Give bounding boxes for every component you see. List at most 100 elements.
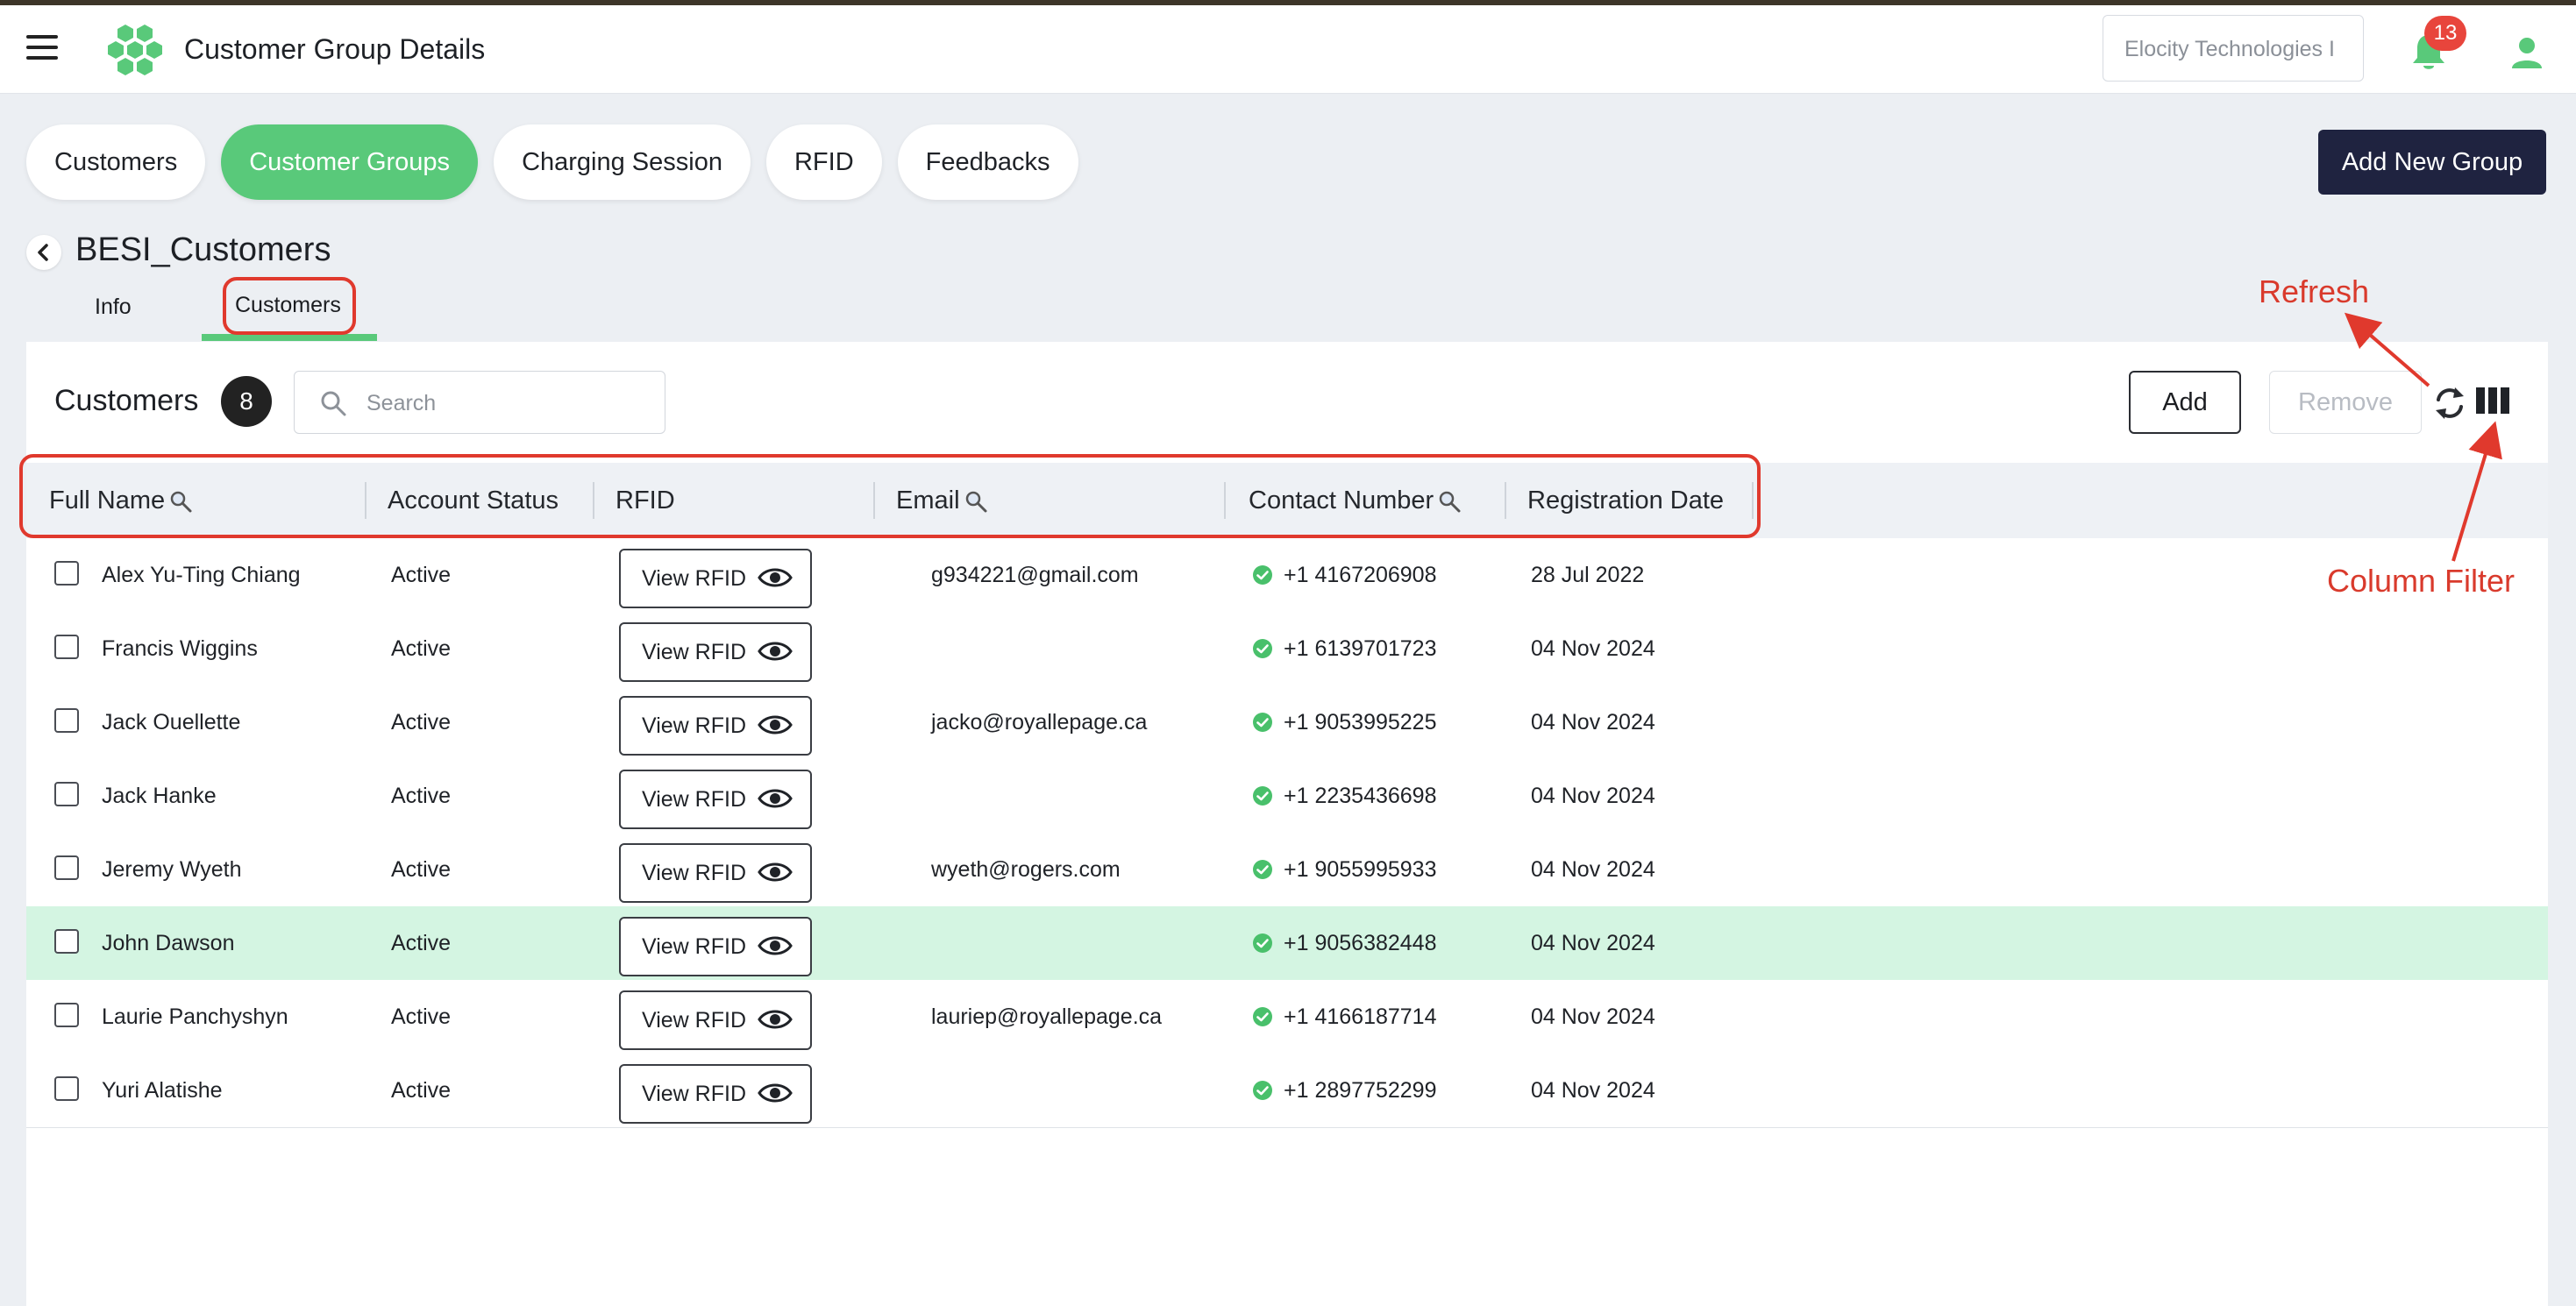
view-rfid-button[interactable]: View RFID xyxy=(619,990,812,1050)
check-circle-icon xyxy=(1253,860,1272,879)
cell-full-name: Jeremy Wyeth xyxy=(102,857,242,882)
cell-contact-number: +1 2235436698 xyxy=(1284,784,1437,808)
row-checkbox[interactable] xyxy=(54,782,79,806)
cell-full-name: Jack Ouellette xyxy=(102,710,241,735)
app-header: Customer Group Details Elocity Technolog… xyxy=(0,5,2576,94)
row-checkbox[interactable] xyxy=(54,635,79,659)
table-row[interactable]: Yuri Alatishe Active View RFID +1 289775229… xyxy=(26,1054,2548,1128)
app-title: Customer Group Details xyxy=(184,33,486,65)
cell-registration-date: 04 Nov 2024 xyxy=(1531,636,1655,661)
search-input[interactable] xyxy=(365,382,649,424)
column-divider xyxy=(1224,482,1226,519)
table-row[interactable]: Alex Yu-Ting Chiang Active View RFID g93422… xyxy=(26,538,2548,613)
active-subtab-indicator xyxy=(202,334,377,341)
row-checkbox[interactable] xyxy=(54,929,79,954)
column-divider xyxy=(593,482,594,519)
row-checkbox[interactable] xyxy=(54,708,79,733)
column-header-label: Email xyxy=(896,486,960,515)
view-rfid-button[interactable]: View RFID xyxy=(619,549,812,608)
subtab-info[interactable]: Info xyxy=(95,295,132,320)
subtab-customers[interactable]: Customers xyxy=(235,293,341,318)
check-circle-icon xyxy=(1253,933,1272,953)
view-rfid-button[interactable]: View RFID xyxy=(619,622,812,682)
column-header-account-status[interactable]: Account Status xyxy=(388,463,559,538)
column-divider xyxy=(365,482,366,519)
view-rfid-label: View RFID xyxy=(642,1008,747,1033)
view-rfid-label: View RFID xyxy=(642,861,747,885)
table-row[interactable]: Jack Hanke Active View RFID +1 2235436698 04… xyxy=(26,759,2548,834)
cell-contact-number: +1 6139701723 xyxy=(1284,636,1437,661)
back-icon xyxy=(38,244,48,261)
tab-customer-groups[interactable]: Customer Groups xyxy=(221,124,479,200)
cell-registration-date: 04 Nov 2024 xyxy=(1531,1078,1655,1103)
logo-icon xyxy=(108,25,162,75)
cell-full-name: Francis Wiggins xyxy=(102,636,258,661)
cell-contact-number: +1 9053995225 xyxy=(1284,710,1437,735)
column-search-icon[interactable] xyxy=(964,489,988,514)
tab-customers[interactable]: Customers xyxy=(26,124,206,200)
column-header-label: Contact Number xyxy=(1249,486,1434,515)
column-header-contact-number[interactable]: Contact Number xyxy=(1249,463,1462,538)
annotation-label-column-filter: Column Filter xyxy=(2327,563,2516,599)
row-checkbox[interactable] xyxy=(54,1003,79,1027)
table-header: Full Name Account Status RFID Email Cont… xyxy=(26,463,2548,538)
add-customer-button[interactable]: Add xyxy=(2129,371,2241,434)
eye-icon xyxy=(758,936,793,955)
customers-section-title: Customers xyxy=(54,384,199,417)
check-circle-icon xyxy=(1253,1081,1272,1100)
tab-charging-session[interactable]: Charging Session xyxy=(494,124,751,200)
back-button[interactable] xyxy=(26,235,61,270)
check-circle-icon xyxy=(1253,786,1272,806)
cell-contact-number: +1 2897752299 xyxy=(1284,1078,1437,1103)
view-rfid-button[interactable]: View RFID xyxy=(619,770,812,829)
row-checkbox[interactable] xyxy=(54,855,79,880)
cell-full-name: Laurie Panchyshyn xyxy=(102,1004,288,1029)
hamburger-icon[interactable] xyxy=(26,35,67,65)
notification-count-badge: 13 xyxy=(2424,16,2466,51)
cell-full-name: Jack Hanke xyxy=(102,784,217,808)
tab-rfid[interactable]: RFID xyxy=(765,124,882,200)
cell-contact-number: +1 4167206908 xyxy=(1284,563,1437,587)
view-rfid-button[interactable]: View RFID xyxy=(619,843,812,903)
remove-customer-button[interactable]: Remove xyxy=(2269,371,2422,434)
eye-icon xyxy=(758,568,793,587)
view-rfid-label: View RFID xyxy=(642,640,747,664)
table-row[interactable]: Jack Ouellette Active View RFID jacko@royal… xyxy=(26,685,2548,760)
column-header-rfid[interactable]: RFID xyxy=(616,463,675,538)
table-row[interactable]: Laurie Panchyshyn Active View RFID lauriep@… xyxy=(26,980,2548,1054)
row-checkbox[interactable] xyxy=(54,561,79,586)
view-rfid-button[interactable]: View RFID xyxy=(619,696,812,756)
table-row[interactable]: John Dawson Active View RFID +1 9056382448 0… xyxy=(26,906,2548,981)
cell-contact-number: +1 9056382448 xyxy=(1284,931,1437,955)
check-circle-icon xyxy=(1253,565,1272,585)
refresh-icon[interactable] xyxy=(2432,384,2467,422)
cell-registration-date: 04 Nov 2024 xyxy=(1531,784,1655,808)
table-row[interactable]: Francis Wiggins Active View RFID +1 6139701… xyxy=(26,612,2548,686)
column-search-icon[interactable] xyxy=(168,489,193,514)
organization-selector[interactable]: Elocity Technologies I xyxy=(2103,15,2364,82)
check-circle-icon xyxy=(1253,713,1272,732)
cell-account-status: Active xyxy=(391,857,452,882)
column-header-email[interactable]: Email xyxy=(896,463,988,538)
row-checkbox[interactable] xyxy=(54,1076,79,1101)
cell-email: wyeth@rogers.com xyxy=(931,857,1121,882)
column-divider xyxy=(873,482,875,519)
tab-feedbacks[interactable]: Feedbacks xyxy=(897,124,1078,200)
columns-icon[interactable] xyxy=(2476,387,2509,414)
view-rfid-button[interactable]: View RFID xyxy=(619,1064,812,1124)
user-icon[interactable] xyxy=(2509,35,2544,70)
annotation-label-refresh: Refresh xyxy=(2259,273,2370,309)
cell-registration-date: 04 Nov 2024 xyxy=(1531,931,1655,955)
column-header-registration-date[interactable]: Registration Date xyxy=(1527,463,1724,538)
column-divider xyxy=(1505,482,1506,519)
add-new-group-button[interactable]: Add New Group xyxy=(2318,130,2546,195)
cell-registration-date: 28 Jul 2022 xyxy=(1531,563,1645,587)
column-header-full-name[interactable]: Full Name xyxy=(49,463,193,538)
table-row[interactable]: Jeremy Wyeth Active View RFID wyeth@rogers.… xyxy=(26,833,2548,907)
view-rfid-button[interactable]: View RFID xyxy=(619,917,812,976)
cell-full-name: John Dawson xyxy=(102,931,235,955)
column-search-icon[interactable] xyxy=(1437,489,1462,514)
search-icon xyxy=(321,391,346,416)
eye-icon xyxy=(758,642,793,661)
cell-account-status: Active xyxy=(391,784,452,808)
